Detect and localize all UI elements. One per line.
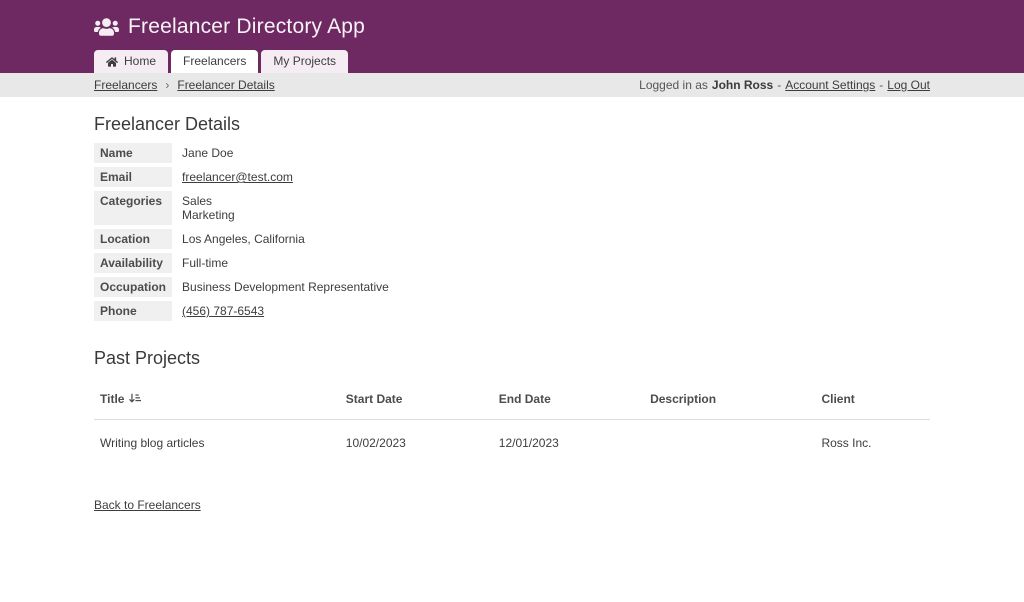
tab-freelancers[interactable]: Freelancers — [171, 50, 258, 73]
column-header-title[interactable]: Title — [94, 386, 340, 420]
column-header-end-date: End Date — [493, 386, 644, 420]
category-item: Sales — [182, 194, 389, 208]
topbar: Freelancers › Freelancer Details Logged … — [0, 73, 1024, 97]
detail-value-occupation: Business Development Representative — [172, 277, 399, 297]
detail-label-phone: Phone — [94, 301, 172, 321]
tab-my-projects-label: My Projects — [273, 55, 336, 68]
project-title-cell: Writing blog articles — [94, 420, 340, 459]
logged-in-as-text: Logged in as — [639, 78, 708, 92]
detail-row-occupation: Occupation Business Development Represen… — [94, 277, 399, 297]
detail-value-name: Jane Doe — [172, 143, 399, 163]
project-start-date-cell: 10/02/2023 — [340, 420, 493, 459]
app-header: Freelancer Directory App Home Freelancer… — [0, 0, 1024, 73]
project-client-cell: Ross Inc. — [815, 420, 930, 459]
back-to-freelancers-link[interactable]: Back to Freelancers — [94, 498, 201, 512]
logged-in-user: John Ross — [712, 78, 773, 92]
detail-row-phone: Phone (456) 787-6543 — [94, 301, 399, 321]
past-projects-heading: Past Projects — [94, 346, 930, 370]
session-info: Logged in as John Ross - Account Setting… — [639, 78, 930, 92]
detail-value-location: Los Angeles, California — [172, 229, 399, 249]
detail-row-name: Name Jane Doe — [94, 143, 399, 163]
detail-label-occupation: Occupation — [94, 277, 172, 297]
breadcrumb: Freelancers › Freelancer Details — [94, 78, 275, 92]
column-header-client: Client — [815, 386, 930, 420]
session-separator: - — [879, 78, 883, 92]
category-item: Marketing — [182, 208, 389, 222]
detail-value-categories: Sales Marketing — [172, 191, 399, 225]
detail-row-location: Location Los Angeles, California — [94, 229, 399, 249]
detail-value-phone: (456) 787-6543 — [172, 301, 399, 321]
breadcrumb-freelancers-link[interactable]: Freelancers — [94, 78, 157, 92]
projects-header-row: Title Start Date End Date Description Cl… — [94, 386, 930, 420]
email-link[interactable]: freelancer@test.com — [182, 170, 293, 184]
project-end-date-cell: 12/01/2023 — [493, 420, 644, 459]
freelancer-details-table: Name Jane Doe Email freelancer@test.com … — [94, 139, 399, 325]
detail-label-email: Email — [94, 167, 172, 187]
app-title: Freelancer Directory App — [128, 15, 365, 39]
sort-icon — [128, 392, 141, 405]
detail-label-availability: Availability — [94, 253, 172, 273]
tab-freelancers-label: Freelancers — [183, 55, 246, 68]
tab-my-projects[interactable]: My Projects — [261, 50, 348, 73]
main-nav: Home Freelancers My Projects — [94, 50, 930, 73]
main-content: Freelancer Details Name Jane Doe Email f… — [94, 112, 930, 514]
home-icon — [106, 56, 118, 68]
phone-link[interactable]: (456) 787-6543 — [182, 304, 264, 318]
column-header-description: Description — [644, 386, 815, 420]
detail-value-availability: Full-time — [172, 253, 399, 273]
log-out-link[interactable]: Log Out — [887, 78, 930, 92]
freelancer-details-heading: Freelancer Details — [94, 112, 930, 136]
tab-home-label: Home — [124, 55, 156, 68]
brand: Freelancer Directory App — [94, 0, 930, 42]
project-description-cell — [644, 420, 815, 459]
users-icon — [94, 17, 119, 37]
detail-label-name: Name — [94, 143, 172, 163]
account-settings-link[interactable]: Account Settings — [785, 78, 875, 92]
past-projects-table: Title Start Date End Date Description Cl… — [94, 386, 930, 458]
session-separator: - — [777, 78, 781, 92]
breadcrumb-separator: › — [165, 78, 169, 92]
detail-row-email: Email freelancer@test.com — [94, 167, 399, 187]
detail-label-categories: Categories — [94, 191, 172, 225]
breadcrumb-freelancer-details-link[interactable]: Freelancer Details — [177, 78, 274, 92]
tab-home[interactable]: Home — [94, 50, 168, 73]
detail-row-categories: Categories Sales Marketing — [94, 191, 399, 225]
detail-row-availability: Availability Full-time — [94, 253, 399, 273]
detail-label-location: Location — [94, 229, 172, 249]
project-row: Writing blog articles 10/02/2023 12/01/2… — [94, 420, 930, 459]
column-header-start-date: Start Date — [340, 386, 493, 420]
detail-value-email: freelancer@test.com — [172, 167, 399, 187]
